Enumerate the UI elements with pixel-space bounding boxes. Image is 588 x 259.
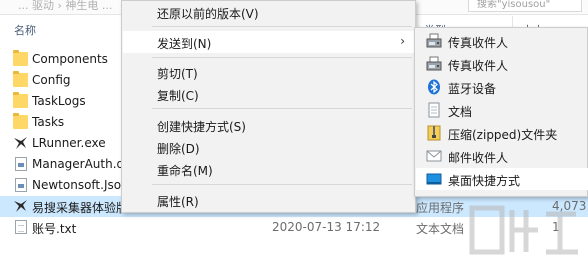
menu-separator (152, 108, 412, 109)
file-name: Config (32, 73, 71, 87)
folder-icon (13, 50, 28, 66)
menu-item-cut[interactable]: 剪切(T) (123, 61, 414, 83)
file-date: 2020-07-13 17:12 (272, 220, 381, 234)
send-to-zip-folder[interactable]: 压缩(zipped)文件夹 (416, 122, 588, 144)
file-type: 文本文档 (416, 222, 465, 236)
folder-icon (13, 113, 28, 129)
text-file-icon (15, 220, 27, 234)
menu-item-rename[interactable]: 重命名(M) (123, 158, 414, 180)
menu-item-label: 发送到(N) (157, 37, 212, 51)
send-to-label: 文档 (448, 105, 473, 119)
menu-separator (152, 184, 412, 185)
bluetooth-icon (426, 79, 442, 95)
desktop-icon (426, 171, 442, 187)
menu-item-label: 创建快捷方式(S) (157, 120, 246, 134)
file-name: LRunner.exe (32, 136, 106, 150)
menu-item-label: 剪切(T) (157, 67, 198, 81)
mail-icon (426, 148, 442, 164)
menu-item-restore-previous-versions[interactable]: 还原以前的版本(V) (123, 1, 414, 23)
search-input[interactable]: 搜索"yisousou" (468, 0, 582, 12)
breadcrumb[interactable]: ... 驱动 › 神生电 ... (18, 0, 112, 13)
menu-separator (152, 57, 412, 58)
config-file-icon (15, 157, 27, 171)
menu-item-label: 属性(R) (157, 195, 199, 209)
send-to-fax-recipient[interactable]: 传真收件人 (416, 30, 588, 52)
file-name: TaskLogs (32, 94, 86, 108)
send-to-fax-recipient[interactable]: 传真收件人 (416, 53, 588, 75)
menu-item-properties[interactable]: 属性(R) (123, 189, 414, 211)
menu-item-send-to[interactable]: 发送到(N) › (123, 31, 414, 53)
folder-icon (13, 92, 28, 108)
menu-item-label: 重命名(M) (157, 164, 213, 178)
watermark-logo (469, 205, 578, 255)
app-icon (13, 136, 28, 150)
menu-item-label: 删除(D) (157, 142, 200, 156)
send-to-documents[interactable]: 文档 (416, 99, 588, 121)
column-name[interactable]: 名称 (14, 22, 36, 38)
config-file-icon (15, 178, 27, 192)
context-menu: 还原以前的版本(V) 发送到(N) › 剪切(T) 复制(C) 创建快捷方式(S… (121, 0, 416, 213)
menu-item-delete[interactable]: 删除(D) (123, 136, 414, 158)
zip-folder-icon (426, 125, 442, 141)
menu-item-create-shortcut[interactable]: 创建快捷方式(S) (123, 114, 414, 136)
fax-icon (426, 56, 442, 72)
send-to-submenu: 传真收件人 传真收件人 蓝牙设备 文档 压缩(zipped)文件夹 邮件收件人 (414, 27, 588, 197)
send-to-desktop-shortcut[interactable]: 桌面快捷方式 (416, 168, 588, 190)
menu-separator (152, 26, 412, 27)
file-name: ManagerAuth.d (32, 157, 122, 171)
send-to-label: 桌面快捷方式 (448, 174, 521, 188)
send-to-mail-recipient[interactable]: 邮件收件人 (416, 145, 588, 167)
send-to-bluetooth[interactable]: 蓝牙设备 (416, 76, 588, 98)
send-to-label: 蓝牙设备 (448, 82, 497, 96)
menu-item-label: 复制(C) (157, 89, 199, 103)
file-name: Newtonsoft.Jso (32, 178, 122, 192)
send-to-label: 传真收件人 (448, 59, 509, 73)
file-name: Components (32, 52, 108, 66)
file-type: 应用程序 (416, 201, 465, 215)
chevron-right-icon: › (400, 34, 405, 48)
file-name: 易搜采集器体验版 (32, 201, 122, 215)
menu-item-copy[interactable]: 复制(C) (123, 83, 414, 105)
send-to-label: 压缩(zipped)文件夹 (448, 128, 558, 142)
send-to-label: 传真收件人 (448, 36, 509, 50)
file-name: 账号.txt (32, 222, 77, 236)
app-icon (13, 199, 28, 213)
send-to-label: 邮件收件人 (448, 151, 509, 165)
documents-icon (426, 102, 442, 118)
menu-item-label: 还原以前的版本(V) (157, 7, 259, 21)
file-name: Tasks (32, 115, 65, 129)
fax-icon (426, 33, 442, 49)
folder-icon (13, 71, 28, 87)
